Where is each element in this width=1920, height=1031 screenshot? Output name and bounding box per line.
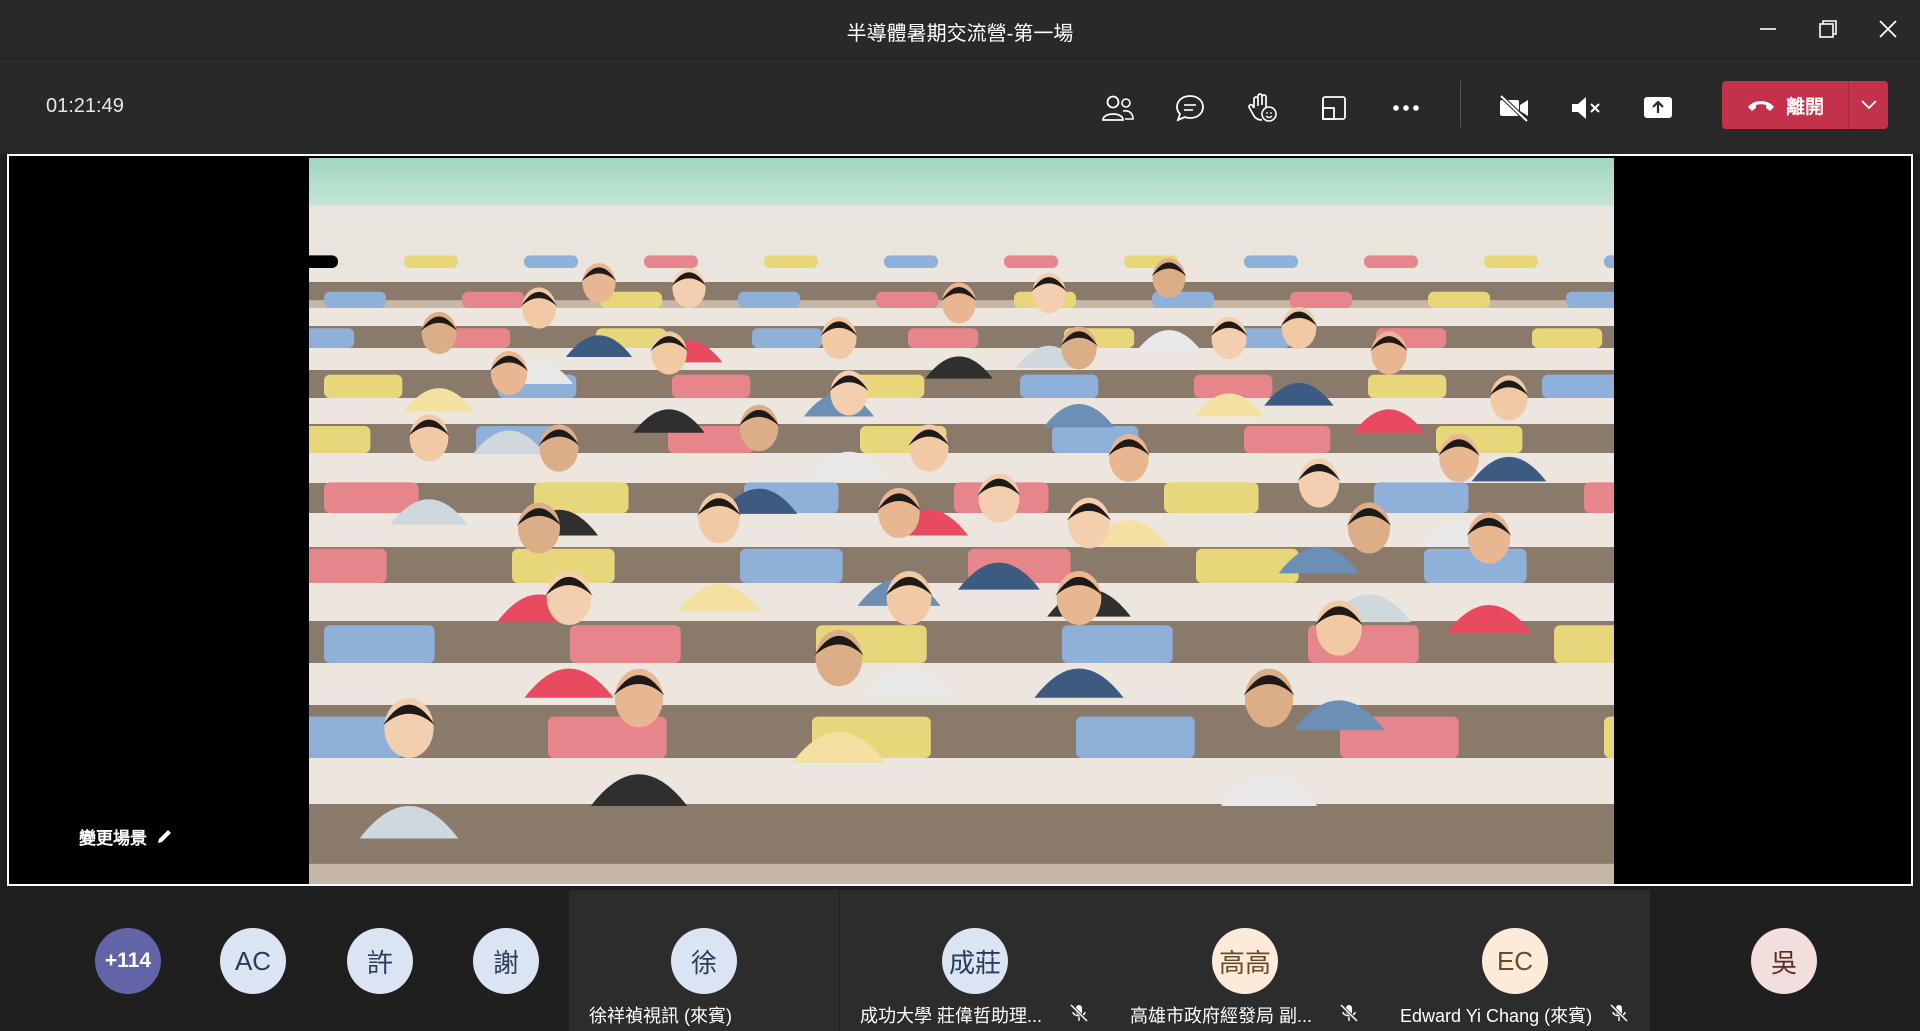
- more-actions-button[interactable]: [1382, 84, 1430, 132]
- raise-hand-icon: [1248, 93, 1277, 122]
- breakout-rooms-button[interactable]: [1310, 84, 1358, 132]
- camera-off-icon: [1499, 94, 1529, 123]
- chat-button[interactable]: [1166, 84, 1214, 132]
- video-stage: 變更場景: [7, 154, 1913, 886]
- participants-button[interactable]: [1094, 84, 1142, 132]
- more-icon: [1393, 105, 1419, 111]
- participant-tile[interactable]: EC Edward Yi Chang (來賓): [1380, 890, 1650, 1031]
- people-icon: [1102, 95, 1134, 121]
- toolbar-divider: [1460, 81, 1461, 127]
- pencil-icon: [158, 829, 171, 843]
- participant-avatar[interactable]: 許: [347, 928, 413, 994]
- camera-toggle-button[interactable]: [1490, 84, 1538, 132]
- leave-label: 離開: [1785, 96, 1824, 118]
- participant-name: 成功大學 莊偉哲助理...: [860, 1006, 1043, 1026]
- participant-avatar: EC: [1482, 928, 1548, 994]
- mic-off-icon: [1610, 1004, 1628, 1022]
- speaker-muted-icon: [1572, 97, 1600, 119]
- lecture-hall-image: [309, 158, 1614, 884]
- close-button[interactable]: [1870, 12, 1906, 46]
- participant-avatar[interactable]: 吳: [1751, 928, 1817, 994]
- participant-strip: +114 AC 許 謝 徐 徐祥禎視訊 (來賓) 成莊 成功大學 莊偉哲助理..…: [0, 890, 1920, 1031]
- participant-avatar: 成莊: [942, 928, 1008, 994]
- chevron-down-icon: [1860, 100, 1877, 110]
- mic-off-icon: [1340, 1004, 1358, 1022]
- share-screen-button[interactable]: [1634, 84, 1682, 132]
- together-mode-scene: [309, 158, 1614, 884]
- participant-avatar: 徐: [671, 928, 737, 994]
- participant-name: 徐祥禎視訊 (來賓): [589, 1006, 732, 1026]
- participant-name: 高雄市政府經發局 副...: [1130, 1006, 1313, 1026]
- participant-name: Edward Yi Chang (來賓): [1400, 1006, 1593, 1026]
- change-scene-button[interactable]: 變更場景: [79, 824, 173, 849]
- restore-icon: [1819, 20, 1837, 38]
- participant-avatar[interactable]: AC: [220, 928, 286, 994]
- mic-off-icon: [1070, 1004, 1088, 1022]
- reactions-button[interactable]: [1238, 84, 1286, 132]
- leave-button[interactable]: 離開: [1722, 81, 1888, 129]
- participant-avatar: 高高: [1212, 928, 1278, 994]
- window-title: 半導體暑期交流營-第一場: [846, 23, 1074, 45]
- participant-avatar[interactable]: 謝: [473, 928, 539, 994]
- leave-options-button[interactable]: [1849, 81, 1888, 129]
- close-icon: [1879, 20, 1897, 38]
- minimize-icon: [1760, 28, 1776, 30]
- share-icon: [1644, 97, 1672, 118]
- overflow-participants-button[interactable]: +114: [95, 928, 161, 994]
- hang-up-icon: [1747, 101, 1774, 111]
- participant-tile[interactable]: 高高 高雄市政府經發局 副...: [1110, 890, 1380, 1031]
- leave-main[interactable]: 離開: [1722, 81, 1848, 129]
- chat-icon: [1176, 95, 1204, 122]
- meeting-toolbar: 01:21:49 離開: [0, 58, 1920, 154]
- participant-tile[interactable]: 徐 徐祥禎視訊 (來賓): [569, 890, 839, 1031]
- title-bar: 半導體暑期交流營-第一場: [0, 0, 1920, 58]
- meeting-timer: 01:21:49: [46, 95, 124, 117]
- mic-toggle-button[interactable]: [1562, 84, 1610, 132]
- participant-tile[interactable]: 成莊 成功大學 莊偉哲助理...: [840, 890, 1110, 1031]
- rooms-icon: [1322, 96, 1346, 120]
- minimize-button[interactable]: [1750, 12, 1786, 46]
- change-scene-label: 變更場景: [79, 829, 147, 848]
- restore-button[interactable]: [1810, 12, 1846, 46]
